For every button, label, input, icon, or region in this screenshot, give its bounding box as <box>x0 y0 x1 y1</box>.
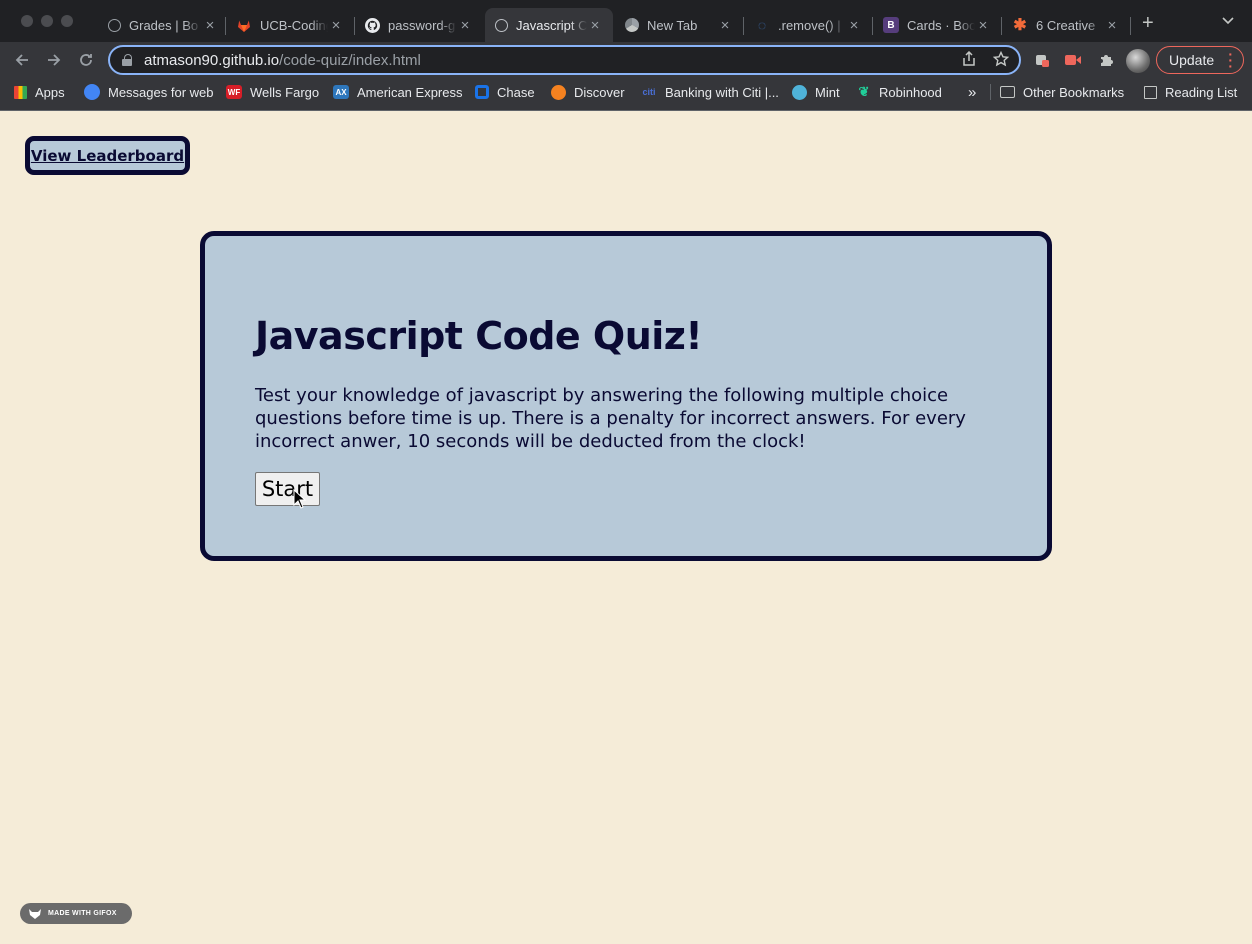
close-icon[interactable]: × <box>846 17 862 34</box>
apps-grid-icon <box>14 85 27 99</box>
gifox-watermark: MADE WITH GIFOX <box>20 903 132 924</box>
close-icon[interactable]: × <box>457 17 473 34</box>
tab-jquery-remove[interactable]: ◌ .remove() | × <box>744 8 872 42</box>
record-extension-icon[interactable] <box>1064 51 1082 69</box>
robinhood-icon: ❦ <box>858 84 870 99</box>
asterisk-icon: ✱ <box>1013 17 1027 34</box>
bookmark-other-bookmarks[interactable]: Other Bookmarks <box>1000 82 1124 102</box>
extension-icon[interactable] <box>1033 51 1051 69</box>
bookmarks-overflow-button[interactable]: » <box>968 82 976 102</box>
quiz-card: Javascript Code Quiz! Test your knowledg… <box>200 231 1052 561</box>
bookmark-wells-fargo[interactable]: WF Wells Fargo <box>226 82 319 102</box>
chrome-icon <box>625 18 639 32</box>
close-icon[interactable]: × <box>975 17 991 34</box>
address-bar[interactable]: atmason90.github.io/code-quiz/index.html <box>108 45 1021 75</box>
bookmark-mint[interactable]: Mint <box>792 82 840 102</box>
close-icon[interactable]: × <box>717 17 733 34</box>
citi-icon: citi <box>642 87 656 97</box>
tab-new-tab[interactable]: New Tab × <box>615 8 743 42</box>
tab-password[interactable]: password-g × <box>355 8 483 42</box>
url-text: atmason90.github.io/code-quiz/index.html <box>144 51 421 69</box>
zoom-window-button[interactable] <box>61 15 73 27</box>
chase-icon <box>475 85 489 99</box>
globe-icon <box>495 18 508 32</box>
bookmark-reading-list[interactable]: Reading List <box>1144 82 1237 102</box>
reload-icon <box>80 54 92 66</box>
bookmark-messages[interactable]: Messages for web <box>84 82 214 102</box>
github-icon <box>365 17 380 33</box>
wells-fargo-icon: WF <box>226 85 242 99</box>
lock-icon[interactable] <box>122 54 132 66</box>
messages-icon <box>84 84 100 100</box>
quiz-description: Test your knowledge of javascript by ans… <box>255 385 966 452</box>
page-title: Javascript Code Quiz! <box>255 314 703 358</box>
tab-ucb-coding[interactable]: UCB-Coding × <box>226 8 354 42</box>
jquery-icon: ◌ <box>757 17 767 33</box>
tab-search-chevron-icon[interactable] <box>1222 14 1234 28</box>
bookmark-robinhood[interactable]: ❦ Robinhood <box>857 82 942 102</box>
close-icon[interactable]: × <box>1104 17 1120 34</box>
tab-grades[interactable]: Grades | Bo × <box>98 8 228 42</box>
arrow-left-icon <box>15 54 28 66</box>
back-button[interactable] <box>11 49 33 71</box>
bootstrap-icon: B <box>883 17 899 33</box>
chrome-divider <box>0 110 1252 111</box>
bookmarks-bar: Apps Messages for web WF Wells Fargo AX … <box>0 80 1252 104</box>
share-icon[interactable] <box>962 50 976 71</box>
start-button[interactable]: Start <box>255 472 320 506</box>
more-menu-icon[interactable]: · · · <box>1228 47 1233 73</box>
view-leaderboard-box: View Leaderboard <box>25 136 190 175</box>
view-leaderboard-link[interactable]: View Leaderboard <box>31 147 184 165</box>
bookmark-american-express[interactable]: AX American Express <box>333 82 462 102</box>
minimize-window-button[interactable] <box>41 15 53 27</box>
reload-button[interactable] <box>75 49 97 71</box>
mouse-pointer-icon <box>293 489 307 509</box>
bookmark-discover[interactable]: Discover <box>551 82 625 102</box>
puzzle-icon[interactable] <box>1097 51 1115 69</box>
tab-separator <box>1130 17 1131 35</box>
close-icon[interactable]: × <box>587 17 603 34</box>
reading-list-icon <box>1144 85 1157 99</box>
bookmark-chase[interactable]: Chase <box>475 82 535 102</box>
mint-icon <box>792 84 807 100</box>
tab-creative[interactable]: ✱ 6 Creative × <box>1002 8 1130 42</box>
new-tab-button[interactable]: + <box>1142 12 1154 35</box>
bookmark-citi[interactable]: citi Banking with Citi |... <box>641 82 778 102</box>
fox-icon <box>29 908 41 919</box>
forward-button[interactable] <box>43 49 65 71</box>
tab-bootstrap-cards[interactable]: B Cards · Boo × <box>873 8 1001 42</box>
update-button[interactable]: Update · · · <box>1156 46 1244 74</box>
avatar[interactable] <box>1126 49 1150 73</box>
globe-icon <box>108 18 121 32</box>
gitlab-icon <box>236 17 252 33</box>
close-icon[interactable]: × <box>202 17 218 34</box>
close-icon[interactable]: × <box>328 17 344 34</box>
bookmark-apps[interactable]: Apps <box>14 82 65 102</box>
star-icon[interactable] <box>992 50 1010 71</box>
discover-icon <box>551 84 566 100</box>
tab-javascript-quiz[interactable]: Javascript C × <box>485 8 613 42</box>
bookmarks-divider <box>990 84 991 100</box>
folder-icon <box>1000 86 1015 98</box>
amex-icon: AX <box>333 85 349 99</box>
close-window-button[interactable] <box>21 15 33 27</box>
arrow-right-icon <box>48 54 61 66</box>
